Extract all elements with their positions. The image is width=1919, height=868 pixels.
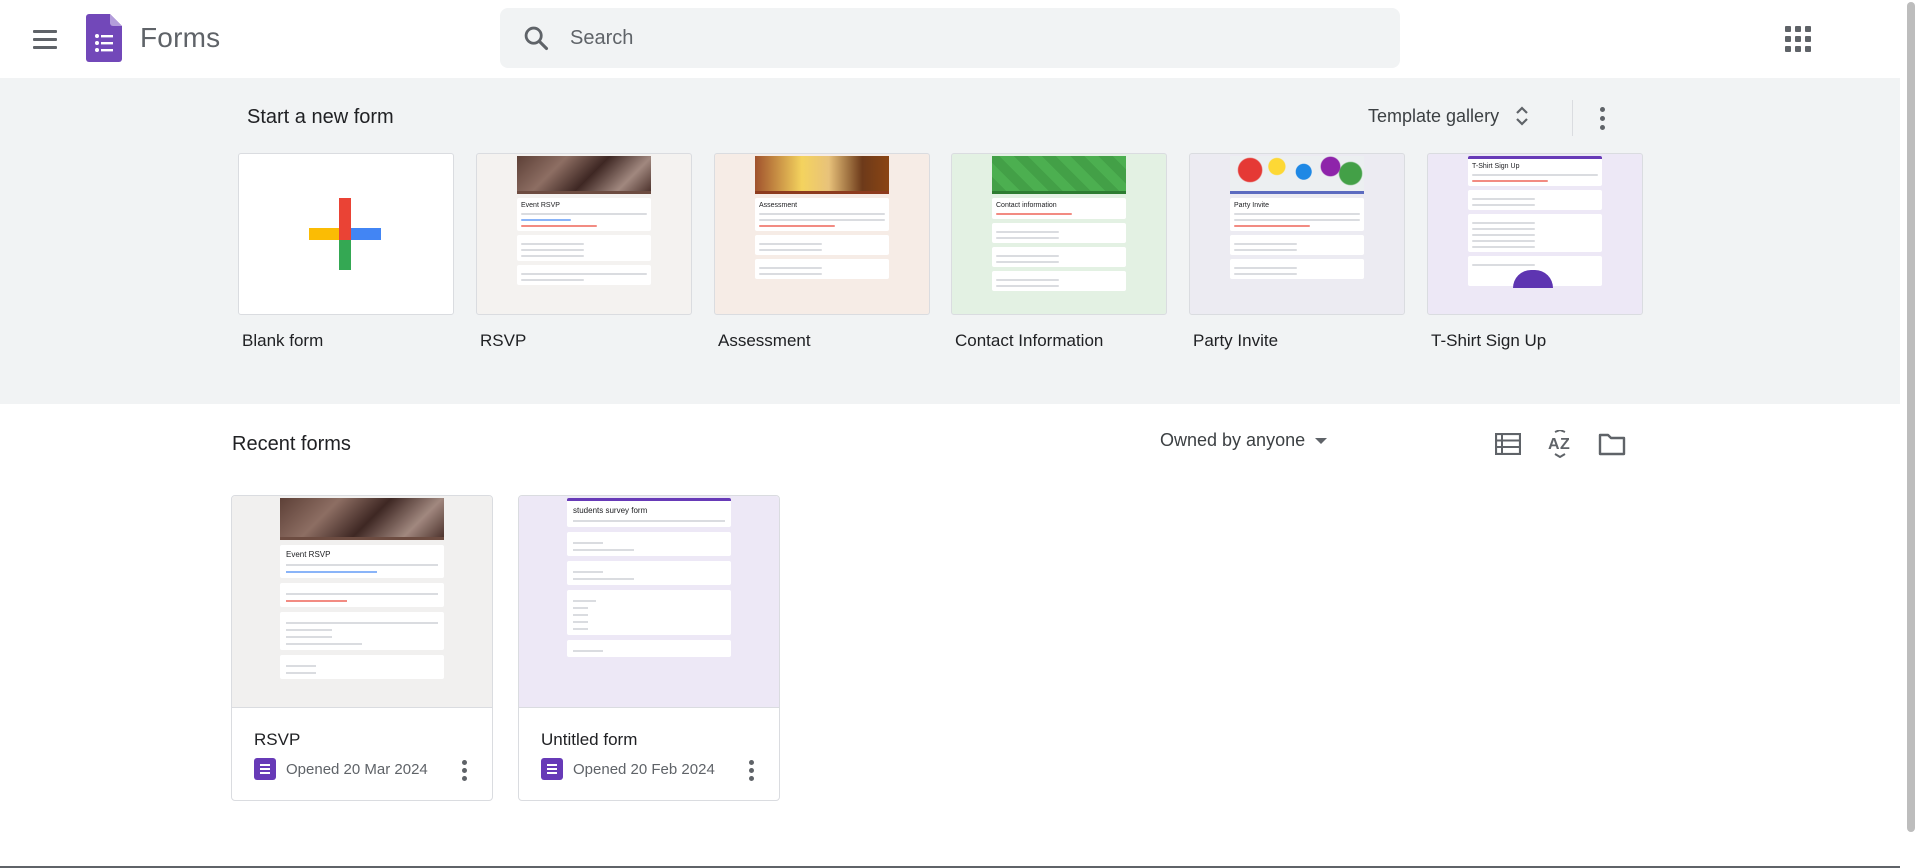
preview-section: Event RSVP [517,198,651,231]
preview-section: Event RSVP [280,545,444,578]
template-gallery-label: Template gallery [1368,105,1500,126]
template-contact-information[interactable]: Contact information Contact Information [951,153,1167,351]
header-image [280,498,444,540]
app-header: Forms [0,0,1900,78]
template-label: T-Shirt Sign Up [1431,331,1547,350]
opened-date: Opened 20 Mar 2024 [286,760,428,778]
form-preview: Party Invite [1230,156,1364,314]
forms-logo-icon [254,758,276,780]
preview-section: Contact information [992,198,1126,219]
chevron-down-icon [1315,437,1328,444]
template-tshirt-sign-up[interactable]: T-Shirt Sign Up T-Shirt Sign Up [1427,153,1643,351]
owner-filter-label: Owned by anyone [1160,430,1306,450]
search-icon[interactable] [522,24,550,52]
menu-bar [33,29,57,33]
plus-icon [309,198,381,270]
form-meta: Opened 20 Feb 2024 [541,758,715,780]
preview-title: students survey form [573,506,648,515]
form-preview: students survey form [567,498,731,707]
template-assessment[interactable]: Assessment Assessment [714,153,930,351]
svg-text:A: A [1548,436,1560,453]
svg-text:Z: Z [1560,436,1570,453]
search-input[interactable] [570,18,1370,58]
preview-title: Event RSVP [286,550,331,559]
more-vert-icon[interactable] [741,756,761,784]
preview-title: Party Invite [1234,202,1270,209]
template-thumbnail[interactable]: Contact information [951,153,1167,315]
header-image [992,156,1126,194]
template-label: Assessment [718,331,811,350]
template-thumbnail[interactable]: T-Shirt Sign Up [1427,153,1643,315]
list-view-icon [1495,433,1521,455]
header-image [755,156,889,194]
section-title: Start a new form [247,106,394,128]
template-rsvp[interactable]: Event RSVP RSVP [476,153,692,351]
search-bar[interactable] [500,8,1400,68]
form-meta: Opened 20 Mar 2024 [254,758,428,780]
preview-section: T-Shirt Sign Up [1468,156,1602,186]
unfold-more-icon [1516,106,1528,126]
template-blank-form[interactable]: Blank form [238,153,454,351]
template-thumbnail[interactable]: Event RSVP [476,153,692,315]
preview-section: Assessment [755,198,889,231]
template-label: Blank form [242,331,324,350]
template-label: RSVP [480,331,527,350]
sort-az-icon[interactable]: A Z [1540,424,1580,464]
form-preview: T-Shirt Sign Up [1468,156,1602,314]
template-thumbnail[interactable]: Party Invite [1189,153,1405,315]
template-thumbnail[interactable] [238,153,454,315]
section-title: Recent forms [232,433,351,455]
opened-date: Opened 20 Feb 2024 [573,760,715,778]
google-apps-icon[interactable] [1778,22,1818,56]
form-thumbnail[interactable]: Event RSVP [232,496,492,708]
preview-section: Party Invite [1230,198,1364,231]
form-title: Untitled form [541,730,638,749]
template-section: Start a new form Template gallery Blank … [0,78,1900,404]
form-preview: Event RSVP [517,156,651,314]
form-preview: Event RSVP [280,498,444,707]
preview-section: students survey form [567,498,731,527]
recent-form-card[interactable]: Event RSVP RSVP Opened 20 Mar 2024 [231,495,493,801]
scrollbar-thumb[interactable] [1907,2,1915,832]
template-label: Contact Information [955,331,1104,350]
list-view-icon[interactable] [1488,424,1528,464]
header-image [1230,156,1364,194]
sort-az-icon: A Z [1548,430,1570,458]
more-vert-icon[interactable] [1590,100,1614,136]
template-thumbnail[interactable]: Assessment [714,153,930,315]
form-preview: Assessment [755,156,889,314]
vertical-scrollbar[interactable] [1900,0,1919,868]
main-menu-button[interactable] [22,18,68,60]
more-vert-icon[interactable] [454,756,474,784]
forms-logo-icon [541,758,563,780]
preview-title: Contact information [996,202,1057,209]
template-gallery-button[interactable]: Template gallery [1368,98,1531,134]
owner-filter-dropdown[interactable]: Owned by anyone [1160,430,1328,451]
form-thumbnail[interactable]: students survey form [519,496,779,708]
preview-title: T-Shirt Sign Up [1472,163,1520,170]
template-label: Party Invite [1193,331,1279,350]
preview-title: Assessment [759,202,798,209]
recent-form-card[interactable]: students survey form Untitled form Opene… [518,495,780,801]
tshirt-image [1513,270,1553,288]
form-title: RSVP [254,730,301,749]
template-party-invite[interactable]: Party Invite Party Invite [1189,153,1405,351]
header-image [517,156,651,194]
preview-title: Event RSVP [521,202,560,209]
form-preview: Contact information [992,156,1126,314]
menu-bar [33,45,57,49]
folder-icon[interactable] [1592,424,1632,464]
menu-bar [33,37,57,41]
divider [1572,100,1573,136]
app-name[interactable]: Forms [140,22,220,54]
folder-icon [1598,433,1626,456]
forms-logo-icon[interactable] [86,14,122,62]
